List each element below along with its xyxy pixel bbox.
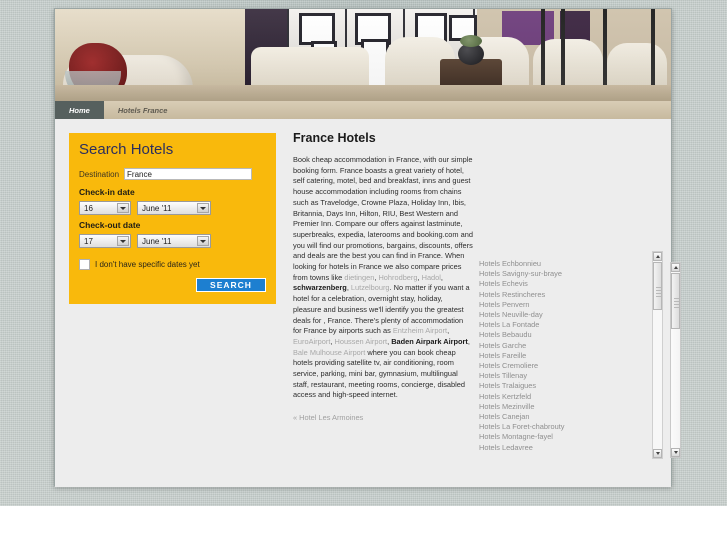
search-hotels-panel: Search Hotels Destination Check-in date … bbox=[69, 133, 276, 304]
hotel-les-armoines-link[interactable]: « Hotel Les Armoines bbox=[293, 413, 473, 422]
checkout-day-value: 17 bbox=[84, 236, 93, 246]
site-container: Home Hotels France Search Hotels Destina… bbox=[54, 8, 681, 487]
airport-link-3[interactable]: Houssen Airport bbox=[335, 337, 388, 346]
checkout-month-select[interactable]: June '11 bbox=[137, 234, 211, 248]
hotel-list-item[interactable]: Hotels Savigny-sur-braye bbox=[479, 269, 659, 279]
nav-tab-hotels-france-label: Hotels France bbox=[117, 105, 168, 115]
destination-row: Destination bbox=[79, 168, 266, 180]
hotel-list-item[interactable]: Hotels Canejan bbox=[479, 412, 659, 422]
town-link-4[interactable]: schwarzenberg bbox=[293, 283, 347, 292]
destination-label: Destination bbox=[79, 169, 120, 179]
town-link-2[interactable]: Hohrodberg bbox=[378, 273, 417, 282]
hotel-list-item[interactable]: Hotels Ledavree bbox=[479, 443, 659, 453]
nav-tab-hotels-france[interactable]: Hotels France bbox=[104, 101, 182, 119]
article-paragraph-1: Book cheap accommodation in France, with… bbox=[293, 155, 473, 282]
airport-link-1[interactable]: Entzheim Airport bbox=[393, 326, 447, 335]
hotel-list-item[interactable]: Hotels Restincheres bbox=[479, 290, 659, 300]
hotel-list-item[interactable]: Hotels Montagne-fayel bbox=[479, 432, 659, 442]
scroll-up-icon[interactable] bbox=[671, 263, 680, 272]
checkin-day-select[interactable]: 16 bbox=[79, 201, 131, 215]
main-navigation: Home Hotels France bbox=[55, 101, 671, 119]
airport-link-5[interactable]: Bale Mulhouse Airport bbox=[293, 348, 365, 357]
chevron-down-icon[interactable] bbox=[197, 236, 209, 246]
no-specific-dates-checkbox[interactable] bbox=[79, 259, 90, 270]
no-specific-dates-row[interactable]: I don't have specific dates yet bbox=[79, 259, 266, 270]
scroll-down-icon[interactable] bbox=[653, 449, 662, 458]
checkout-month-value: June '11 bbox=[142, 236, 172, 246]
checkout-label: Check-out date bbox=[79, 220, 141, 230]
search-button-row: SEARCH bbox=[79, 270, 266, 292]
hotel-list-item[interactable]: Hotels Echbonnieu bbox=[479, 259, 659, 269]
hotels-list-scrollbar[interactable] bbox=[670, 262, 681, 458]
checkin-month-value: June '11 bbox=[142, 203, 172, 213]
article-body: Book cheap accommodation in France, with… bbox=[293, 155, 473, 400]
nav-tab-home[interactable]: Home bbox=[55, 101, 104, 119]
checkin-label: Check-in date bbox=[79, 187, 135, 197]
hotel-list-item[interactable]: Hotels Mezinville bbox=[479, 402, 659, 412]
hotel-list-item[interactable]: Hotels Penvern bbox=[479, 300, 659, 310]
airport-link-4[interactable]: Baden Airpark Airport bbox=[391, 337, 468, 346]
search-panel-title: Search Hotels bbox=[79, 141, 174, 158]
page-scrollbar[interactable] bbox=[652, 251, 663, 459]
checkout-date-row: 17 June '11 bbox=[79, 234, 266, 248]
page-background: Home Hotels France Search Hotels Destina… bbox=[0, 0, 727, 506]
scroll-up-icon[interactable] bbox=[653, 252, 662, 261]
search-button[interactable]: SEARCH bbox=[196, 278, 266, 292]
hotel-list-item[interactable]: Hotels Fareille bbox=[479, 351, 659, 361]
airport-link-2[interactable]: EuroAirport bbox=[293, 337, 330, 346]
nav-tab-home-label: Home bbox=[69, 105, 90, 115]
header-banner-image bbox=[55, 9, 671, 101]
search-button-label: SEARCH bbox=[210, 280, 252, 290]
hotel-list-item[interactable]: Hotels Garche bbox=[479, 341, 659, 351]
chevron-down-icon[interactable] bbox=[117, 203, 129, 213]
scrollbar-thumb[interactable] bbox=[671, 273, 680, 329]
hotel-list-item[interactable]: Hotels Bebaudu bbox=[479, 330, 659, 340]
checkin-month-select[interactable]: June '11 bbox=[137, 201, 211, 215]
hotel-list-item[interactable]: Hotels Kertzfeld bbox=[479, 392, 659, 402]
scroll-down-icon[interactable] bbox=[671, 448, 680, 457]
hotels-list-panel: Hotels Echbonnieu Hotels Savigny-sur-bray… bbox=[475, 259, 681, 459]
town-link-1[interactable]: dietingen bbox=[344, 273, 374, 282]
hotel-list-item[interactable]: Hotels Cremoliere bbox=[479, 361, 659, 371]
hotel-list-item[interactable]: Hotels Tillenay bbox=[479, 371, 659, 381]
no-specific-dates-label: I don't have specific dates yet bbox=[95, 260, 200, 269]
main-content: Search Hotels Destination Check-in date … bbox=[55, 119, 681, 487]
banner-plant bbox=[460, 35, 482, 47]
chevron-down-icon[interactable] bbox=[197, 203, 209, 213]
page-title: France Hotels bbox=[293, 131, 376, 145]
town-link-3[interactable]: Hadol bbox=[422, 273, 441, 282]
hotel-list-item[interactable]: Hotels Tralaigues bbox=[479, 381, 659, 391]
article-column: France Hotels Book cheap accommodation i… bbox=[293, 131, 473, 422]
scrollbar-thumb[interactable] bbox=[653, 262, 662, 310]
chevron-down-icon[interactable] bbox=[117, 236, 129, 246]
hotel-list-item[interactable]: Hotels Neuville-day bbox=[479, 310, 659, 320]
hotel-list-item[interactable]: Hotels La Foret-chabrouty bbox=[479, 422, 659, 432]
town-link-5[interactable]: Lutzelbourg bbox=[351, 283, 390, 292]
banner-floor bbox=[55, 85, 671, 101]
destination-input[interactable] bbox=[124, 168, 253, 180]
hotel-list-item[interactable]: Hotels La Fontade bbox=[479, 320, 659, 330]
checkin-date-row: 16 June '11 bbox=[79, 201, 266, 215]
checkout-day-select[interactable]: 17 bbox=[79, 234, 131, 248]
checkin-day-value: 16 bbox=[84, 203, 93, 213]
hotel-list-item[interactable]: Hotels Echevis bbox=[479, 279, 659, 289]
hotels-list: Hotels Echbonnieu Hotels Savigny-sur-bray… bbox=[475, 259, 659, 453]
